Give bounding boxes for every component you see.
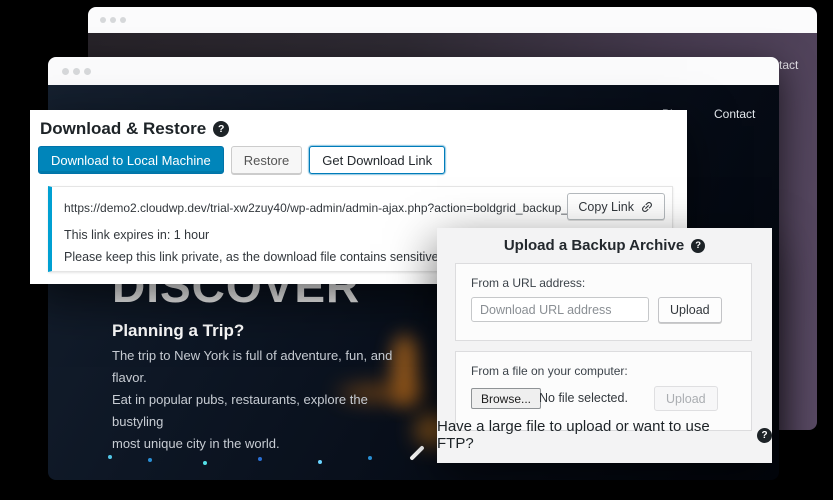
window-dot-icon: [100, 17, 106, 23]
hero-paragraph-line: Eat in popular pubs, restaurants, explor…: [112, 389, 422, 433]
stage: Contact Blog Contact DISCOVER Planning a…: [0, 0, 833, 500]
city-light: [108, 455, 112, 459]
link-privacy-text: Please keep this link private, as the do…: [64, 250, 470, 264]
url-section-label: From a URL address:: [471, 276, 585, 290]
upload-panel-title: Upload a Backup Archive: [504, 237, 684, 254]
download-local-button[interactable]: Download to Local Machine: [38, 146, 224, 174]
hero-subtitle: Planning a Trip?: [112, 321, 244, 341]
no-file-text: No file selected.: [539, 391, 628, 405]
browser-titlebar: [48, 57, 779, 85]
hero-paragraph-line: most unique city in the world.: [112, 433, 422, 455]
page-title: Download & Restore: [40, 119, 206, 139]
hero-paragraph-line: The trip to New York is full of adventur…: [112, 345, 422, 389]
help-icon[interactable]: ?: [213, 121, 229, 137]
download-url-input[interactable]: [471, 297, 649, 322]
window-dot-icon: [120, 17, 126, 23]
file-section-label: From a file on your computer:: [471, 364, 628, 378]
nav-item-contact[interactable]: Contact: [714, 107, 755, 121]
get-download-link-button[interactable]: Get Download Link: [309, 146, 445, 174]
upload-url-button[interactable]: Upload: [658, 297, 722, 323]
window-dot-icon: [110, 17, 116, 23]
download-url-text: https://demo2.cloudwp.dev/trial-xw2zuy40…: [64, 196, 574, 220]
panel-title-row: Download & Restore ?: [40, 119, 229, 139]
browser-titlebar: [88, 7, 817, 33]
upload-title-row: Upload a Backup Archive ?: [437, 237, 772, 254]
help-icon[interactable]: ?: [757, 428, 772, 443]
link-expiry-text: This link expires in: 1 hour: [64, 228, 209, 242]
hero-paragraph: The trip to New York is full of adventur…: [112, 345, 422, 455]
action-buttons: Download to Local Machine Restore Get Do…: [38, 146, 445, 174]
copy-link-button[interactable]: Copy Link: [567, 193, 665, 220]
help-icon[interactable]: ?: [691, 239, 705, 253]
window-dot-icon: [62, 68, 69, 75]
upload-archive-panel: Upload a Backup Archive ? From a URL add…: [437, 228, 772, 463]
window-dot-icon: [73, 68, 80, 75]
restore-button[interactable]: Restore: [231, 146, 303, 174]
link-icon: [640, 200, 654, 214]
upload-file-button-disabled: Upload: [654, 386, 718, 411]
ftp-question-text[interactable]: Have a large file to upload or want to u…: [437, 418, 750, 452]
copy-link-label: Copy Link: [578, 200, 634, 214]
window-dot-icon: [84, 68, 91, 75]
upload-url-card: From a URL address: Upload: [455, 263, 752, 341]
browse-button[interactable]: Browse...: [471, 388, 541, 409]
ftp-help-row: Have a large file to upload or want to u…: [437, 418, 772, 452]
